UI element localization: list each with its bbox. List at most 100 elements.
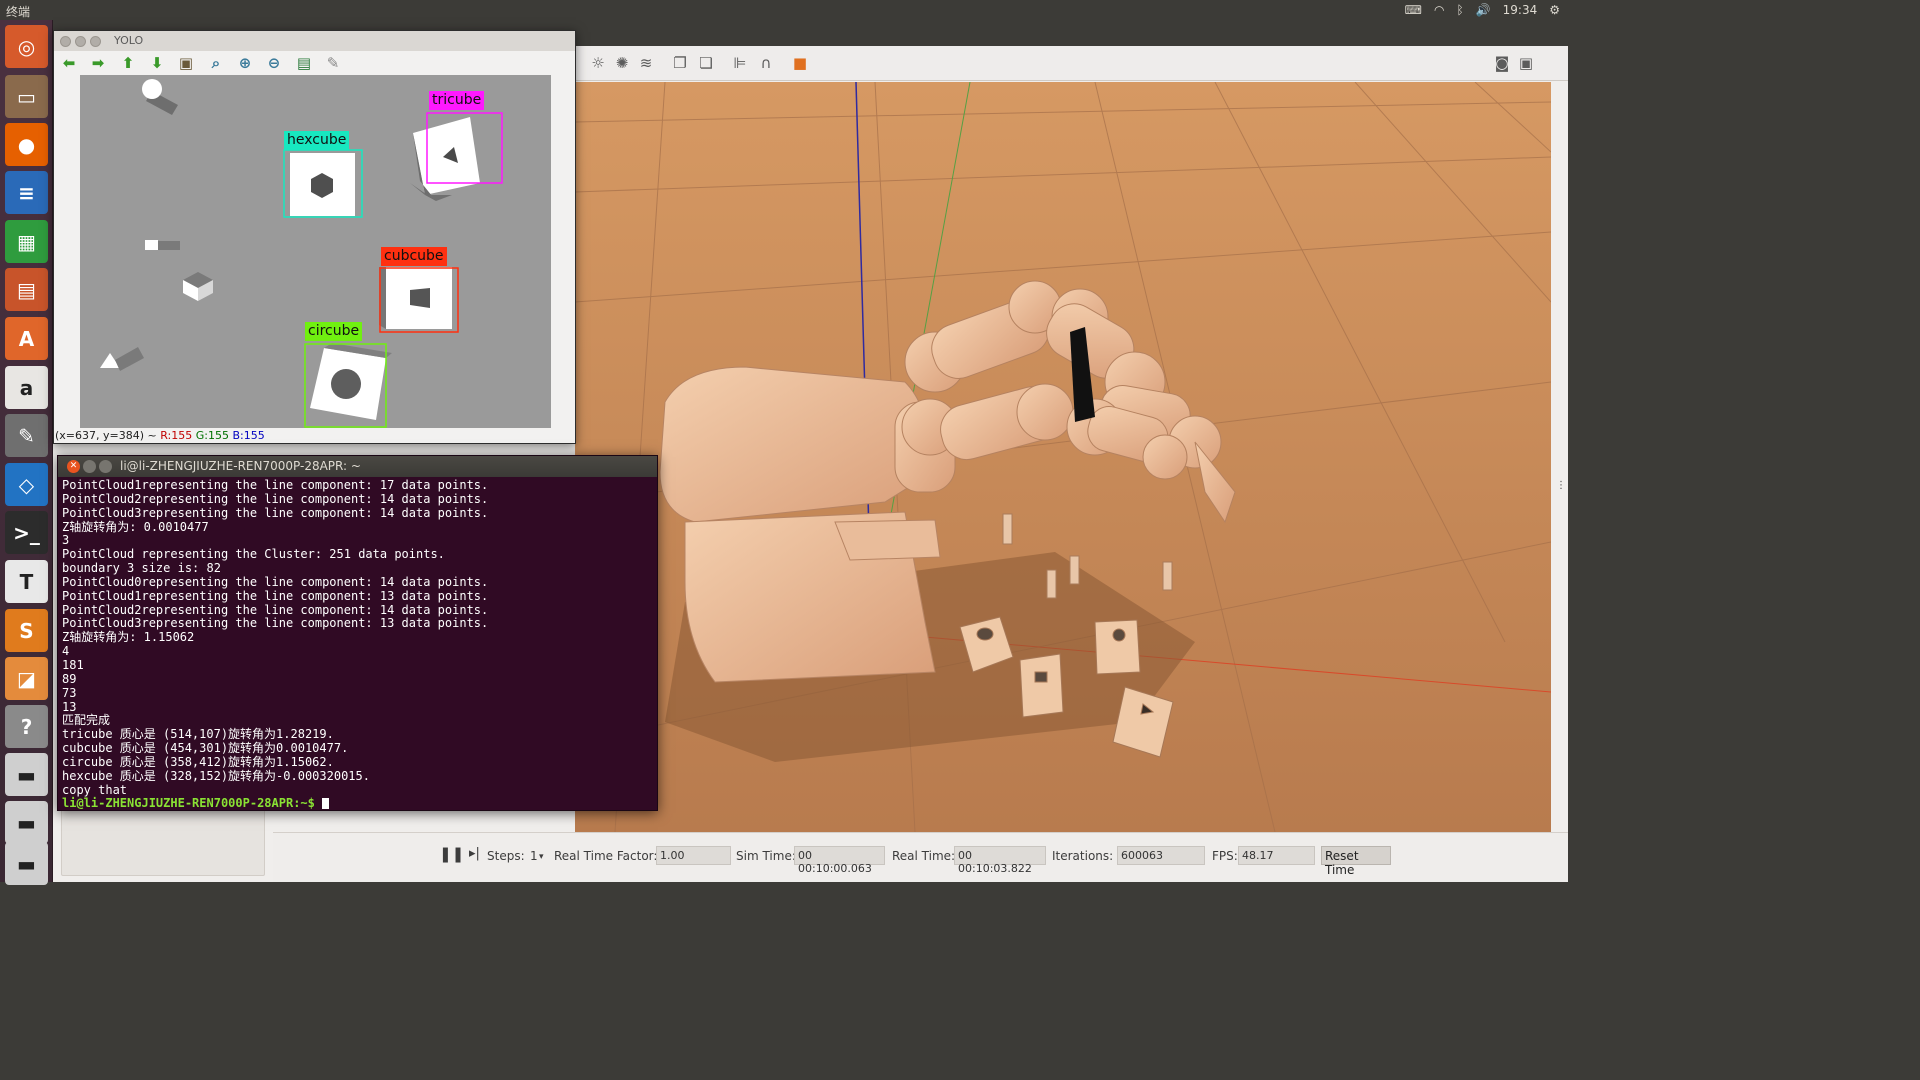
align-icon[interactable]: ⊫: [731, 54, 749, 72]
launcher-software-center-icon[interactable]: A: [5, 317, 48, 360]
maximize-icon[interactable]: [99, 460, 112, 473]
terminal-output[interactable]: PointCloud1representing the line compone…: [62, 479, 654, 809]
launcher-writer-icon[interactable]: ≡: [5, 171, 48, 214]
close-icon[interactable]: [60, 36, 71, 47]
gazebo-3d-scene[interactable]: [575, 82, 1551, 832]
top-panel: 终端 ⌨ ◠ ᛒ 🔊 19:34 ⚙: [0, 0, 1568, 20]
sim-time-label: Sim Time:: [736, 849, 796, 863]
real-time-label: Real Time:: [892, 849, 956, 863]
panel-handle-icon[interactable]: ⋮: [1556, 480, 1566, 491]
yolo-image[interactable]: tricube hexcube cubcube circube: [80, 75, 551, 428]
close-icon[interactable]: ✕: [67, 460, 80, 473]
terminal-prompt: li@li-ZHENGJIUZHE-REN7000P-28APR:~$: [62, 796, 323, 809]
status-g: G:155: [195, 429, 229, 442]
steps-label: Steps:: [487, 849, 525, 863]
pause-icon[interactable]: ❚❚: [439, 845, 464, 863]
terminal-line: PointCloud2representing the line compone…: [62, 491, 489, 506]
robot-platform: [834, 519, 941, 561]
launcher-vscode-icon[interactable]: ◇: [5, 463, 48, 506]
launcher-terminal-icon[interactable]: >_: [5, 511, 48, 554]
view-angle-icon[interactable]: ■: [791, 54, 809, 72]
terminal-title: li@li-ZHENGJIUZHE-REN7000P-28APR: ~: [120, 459, 361, 473]
steps-dropdown-icon[interactable]: ▾: [539, 852, 544, 862]
robot-torso: [659, 366, 928, 523]
left-panel-box: [61, 806, 265, 876]
image-icon[interactable]: ▣: [176, 54, 196, 72]
terminal-line: 89: [62, 671, 77, 686]
detection-label-tricube: tricube: [429, 91, 485, 110]
minimize-icon[interactable]: [75, 36, 86, 47]
launcher-firefox-icon[interactable]: ●: [5, 123, 48, 166]
arrow-up-icon[interactable]: ⬆: [118, 54, 138, 72]
snap-icon[interactable]: ∩: [757, 54, 775, 72]
status-r: R:155: [160, 429, 193, 442]
terminal-line: 13: [62, 699, 77, 714]
paste-icon[interactable]: ❏: [697, 54, 715, 72]
terminal-prompt-line[interactable]: li@li-ZHENGJIUZHE-REN7000P-28APR:~$: [62, 796, 654, 809]
yolo-toolbar: ⬅ ➡ ⬆ ⬇ ▣ ⌕ ⊕ ⊖ ▤ ✎: [54, 51, 575, 75]
spot-light-icon[interactable]: ≋: [637, 54, 655, 72]
bluetooth-icon[interactable]: ᛒ: [1456, 3, 1463, 17]
step-icon[interactable]: ▸|: [469, 846, 480, 861]
record-icon[interactable]: ▣: [1517, 54, 1535, 72]
terminal-line: hexcube 质心是 (328,152)旋转角为-0.000320015.: [62, 768, 370, 783]
terminal-line: boundary 3 size is: 82: [62, 561, 221, 576]
terminal-line: 73: [62, 685, 77, 700]
launcher-disk-2-icon[interactable]: ▬: [5, 801, 48, 844]
launcher-disk-1-icon[interactable]: ▬: [5, 753, 48, 796]
launcher-disk-3-icon[interactable]: ▬: [5, 842, 48, 885]
terminal-titlebar[interactable]: ✕ li@li-ZHENGJIUZHE-REN7000P-28APR: ~: [58, 456, 657, 477]
brush-icon[interactable]: ✎: [323, 54, 343, 72]
copy-icon[interactable]: ❐: [671, 54, 689, 72]
zoom-fit-icon[interactable]: ⌕: [206, 54, 226, 72]
keyboard-icon[interactable]: ⌨: [1405, 3, 1422, 17]
sim-time-field: 00 00:10:00.063: [794, 846, 885, 875]
arrow-down-icon[interactable]: ⬇: [147, 54, 167, 72]
launcher-typora-icon[interactable]: T: [5, 560, 48, 603]
detection-label-circube: circube: [305, 322, 363, 341]
launcher-amazon-icon[interactable]: a: [5, 366, 48, 409]
terminal-window: ✕ li@li-ZHENGJIUZHE-REN7000P-28APR: ~ Po…: [57, 455, 658, 811]
terminal-line: PointCloud representing the Cluster: 251…: [62, 547, 445, 562]
fps-field: 48.17: [1238, 846, 1315, 865]
point-light-icon[interactable]: ✺: [613, 54, 631, 72]
detection-label-hexcube: hexcube: [284, 131, 350, 150]
arrow-right-icon[interactable]: ➡: [88, 54, 108, 72]
volume-icon[interactable]: 🔊: [1476, 3, 1491, 17]
reset-time-button[interactable]: Reset Time: [1321, 846, 1391, 877]
minimize-icon[interactable]: [83, 460, 96, 473]
terminal-line: 181: [62, 657, 84, 672]
terminal-line: copy that: [62, 782, 128, 797]
screenshot-icon[interactable]: ◙: [1493, 54, 1511, 72]
maximize-icon[interactable]: [90, 36, 101, 47]
terminal-line: Z轴旋转角为: 0.0010477: [62, 519, 209, 534]
launcher-impress-icon[interactable]: ▤: [5, 268, 48, 311]
arrow-left-icon[interactable]: ⬅: [59, 54, 79, 72]
zoom-in-icon[interactable]: ⊕: [235, 54, 255, 72]
launcher-sublime-icon[interactable]: S: [5, 609, 48, 652]
system-tray: ⌨ ◠ ᛒ 🔊 19:34 ⚙: [1405, 3, 1560, 17]
launcher-gazebo-icon[interactable]: ◪: [5, 657, 48, 700]
launcher-system-settings-icon[interactable]: ✎: [5, 414, 48, 457]
launcher-ubuntu-dash-icon[interactable]: ◎: [5, 25, 48, 68]
wifi-icon[interactable]: ◠: [1434, 3, 1444, 17]
scene-render: [575, 82, 1551, 832]
gear-icon[interactable]: ⚙: [1549, 3, 1560, 17]
terminal-line: PointCloud0representing the line compone…: [62, 574, 489, 589]
yolo-status-bar: (x=637, y=384) ~ R:155 G:155 B:155: [54, 429, 575, 443]
status-b: B:155: [232, 429, 265, 442]
detection-label-cubcube: cubcube: [381, 247, 447, 266]
clock[interactable]: 19:34: [1503, 3, 1538, 17]
launcher-calc-icon[interactable]: ▦: [5, 220, 48, 263]
terminal-line: 4: [62, 644, 70, 659]
rtf-field: 1.00: [656, 846, 731, 865]
launcher-help-icon[interactable]: ?: [5, 705, 48, 748]
save-icon[interactable]: ▤: [294, 54, 314, 72]
terminal-line: 3: [62, 533, 70, 548]
yolo-titlebar[interactable]: YOLO: [54, 31, 575, 51]
active-app-title: 终端: [6, 5, 31, 19]
zoom-out-icon[interactable]: ⊖: [264, 54, 284, 72]
launcher-files-icon[interactable]: ▭: [5, 75, 48, 118]
sun-light-icon[interactable]: ☼: [589, 54, 607, 72]
steps-value[interactable]: 1: [530, 849, 538, 863]
